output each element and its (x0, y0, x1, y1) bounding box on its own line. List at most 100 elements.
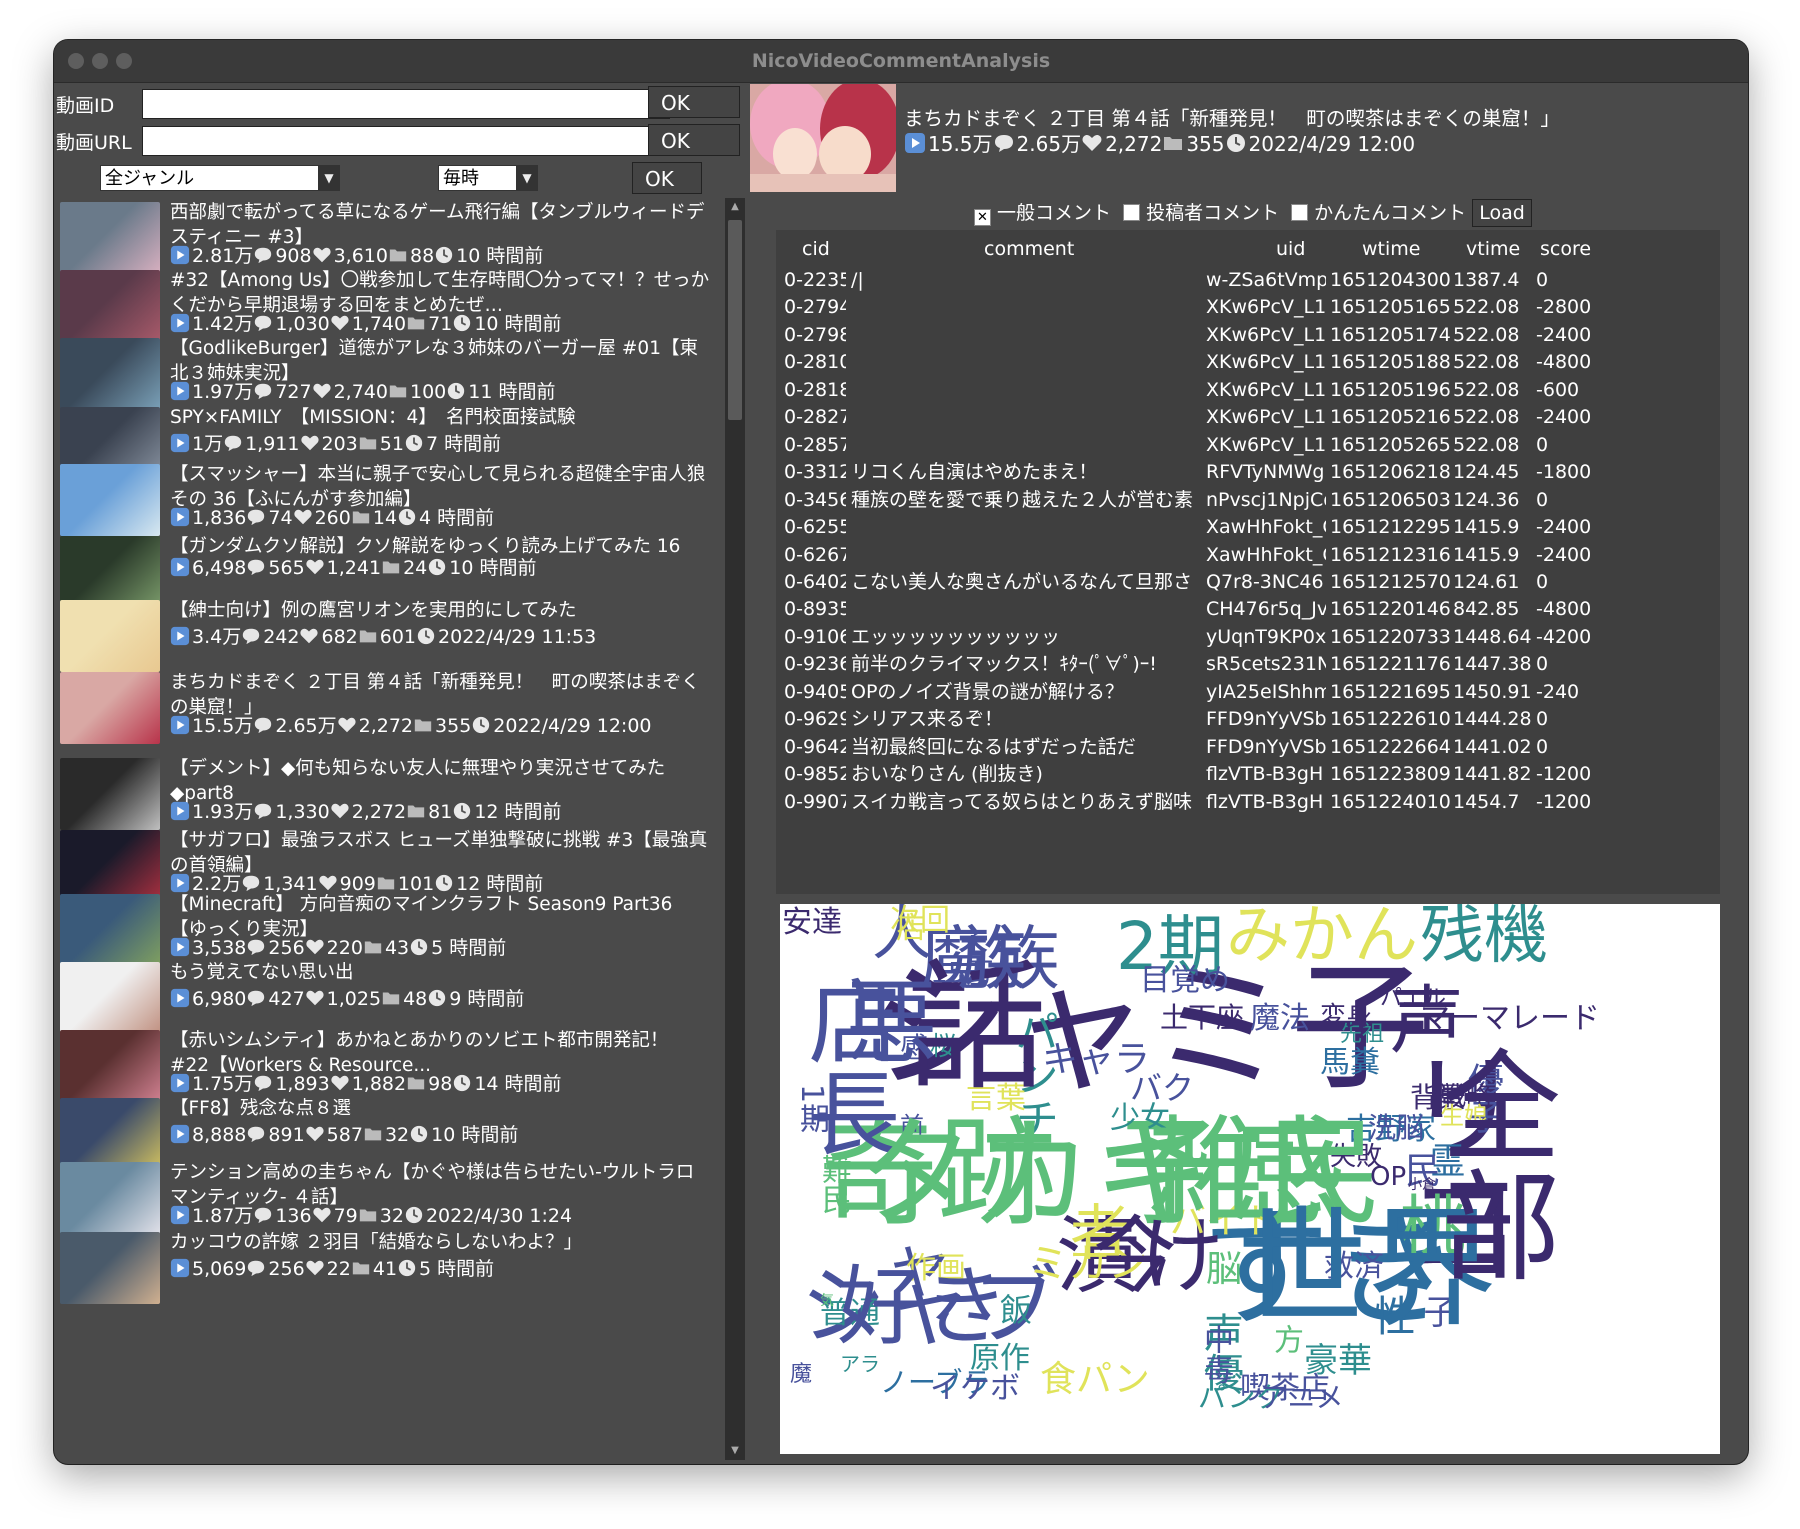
column-header-cid[interactable]: cid (802, 238, 830, 260)
table-row[interactable]: 0-9629シリアス来るぞ！ FFD9nYyVSb1651222610.51444… (776, 707, 1720, 733)
video-time: 2022/4/29 12:00 (493, 715, 652, 737)
load-button[interactable]: Load (1472, 199, 1532, 227)
play-icon (170, 1073, 190, 1093)
ranking-ok-button[interactable]: OK (632, 162, 702, 194)
folder-icon (363, 1124, 383, 1144)
table-row[interactable]: 0-9106エッッッッッッッッッッ yUqnT9KP0x1651220733.11… (776, 625, 1720, 651)
cell-score: -600 (1536, 378, 1580, 401)
play-icon (170, 381, 190, 401)
table-row[interactable]: 0-6255 XawHhFokt_C1651212295.81415.9 -2400 (776, 515, 1720, 541)
video-id-input[interactable] (142, 89, 670, 119)
folder-icon (363, 937, 383, 957)
video-likes: 22 (326, 1258, 351, 1280)
table-row[interactable]: 0-3456種族の壁を愛で乗り越えた２人が営む素敵な喫nPvscj1NpjCd1… (776, 488, 1720, 514)
column-header-uid[interactable]: uid (1276, 238, 1305, 260)
scroll-down-icon[interactable]: ▼ (725, 1442, 745, 1460)
general-comment-checkbox[interactable]: ✕ (974, 209, 991, 226)
table-row[interactable]: 0-2857 XKw6PcV_L11651205265.8522.08 0 (776, 433, 1720, 459)
word-cloud-word: 今 (1093, 1207, 1178, 1305)
video-url-ok-button[interactable]: OK (648, 124, 740, 156)
genre-select[interactable]: 全ジャンル ▼ (100, 165, 340, 191)
cell-vtime: 1448.64 (1453, 625, 1532, 648)
cell-wtime: 1651205174.2 (1330, 323, 1450, 346)
clock-icon (452, 313, 472, 333)
table-row[interactable]: 0-9405 OPのノイズ背景の謎が解ける？ yIA25eIShhm 16512216… (776, 680, 1720, 706)
table-row[interactable]: 0-2818 XKw6PcV_L11651205196.7522.08 -600 (776, 378, 1720, 404)
cell-cid: 0-9106 (784, 625, 846, 648)
table-row[interactable]: 0-2827 XKw6PcV_L11651205216.5522.08 -2400 (776, 405, 1720, 431)
cell-cid: 0-8935 (784, 598, 846, 621)
cell-uid: flzVTB-B3gH (1206, 790, 1324, 813)
video-title: まちカドまぞく ２丁目 第４話「新種発見！ 町の喫茶はまぞくの巣窟！」 (170, 672, 700, 718)
video-thumbnail (60, 338, 160, 410)
table-row[interactable]: 0-3312リコくん自演はやめたまえ！ RFVTyNMWg1651206218.6… (776, 460, 1720, 486)
table-row[interactable]: 0-6402こない美人な奥さんがいるなんて旦那さんは幸 Q7r8-3NC46 165… (776, 570, 1720, 596)
cell-cid: 0-2794 (784, 296, 846, 319)
video-comments: 1,893 (275, 1073, 330, 1095)
column-header-comment[interactable]: comment (984, 238, 1074, 260)
video-comments: 908 (275, 245, 312, 267)
word-cloud-word: みかん (1226, 904, 1418, 973)
table-row[interactable]: 0-9236 前半のクライマックス！ｷﾀｰ(ﾟ∀ﾟ)ｰ! sR5cets231N 16… (776, 652, 1720, 678)
period-select[interactable]: 毎時 ▼ (438, 165, 538, 191)
video-mylists: 355 (435, 715, 472, 737)
cell-comment: スイカ戦言ってる奴らはとりあえず脳味噌シャ (851, 790, 1193, 813)
video-stats: 15.5万 2.65万 2,272 355 2022/4/29 12:00 (170, 714, 652, 739)
video-thumbnail (60, 1030, 160, 1102)
word-cloud-word: 土下座 (1160, 1001, 1245, 1034)
play-icon (170, 937, 190, 957)
column-header-wtime[interactable]: wtime (1362, 238, 1420, 260)
play-icon (170, 873, 190, 893)
video-likes: 3,610 (333, 245, 388, 267)
cell-uid: XawHhFokt_C (1206, 516, 1326, 539)
cell-vtime: 1415.9 (1453, 516, 1520, 539)
word-cloud-word: 中毒 (1198, 1324, 1233, 1384)
cell-wtime: 1651204300.9 (1330, 269, 1450, 291)
table-row[interactable]: 0-9642 当初最終回になるはずだった話だ FFD9nYyVSb 165122266… (776, 735, 1720, 761)
video-comments: 891 (268, 1124, 305, 1146)
cell-vtime: 1415.9 (1453, 543, 1520, 566)
cell-wtime: 1651220733.1 (1330, 625, 1450, 648)
cell-uid: XKw6PcV_L1 (1206, 296, 1326, 319)
table-row[interactable]: 0-2810 XKw6PcV_L11651205188.5522.08 -4800 (776, 350, 1720, 376)
table-row[interactable]: 0-9907スイカ戦言ってる奴らはとりあえず脳味噌シャ flzVTB-B3gH 16… (776, 790, 1720, 816)
scrollbar-thumb[interactable] (728, 220, 742, 420)
video-likes: 682 (321, 626, 358, 648)
video-list-scrollbar[interactable]: ▲ ▼ (725, 198, 745, 1460)
comment-table[interactable]: cid comment uid wtime vtime score 0-2235/| w-ZS… (776, 230, 1720, 894)
cell-cid: 0-9642 (784, 735, 846, 758)
cell-score: 0 (1536, 708, 1549, 731)
scroll-up-icon[interactable]: ▲ (725, 198, 745, 216)
folder-icon (376, 873, 396, 893)
selected-likes: 2,272 (1105, 132, 1163, 156)
play-icon (170, 507, 190, 527)
cell-uid: FFD9nYyVSb (1206, 708, 1326, 731)
table-row[interactable]: 0-9852おいなりさん (削抜き) flzVTB-B3gH 1651223809.… (776, 762, 1720, 788)
heart-icon (305, 937, 325, 957)
clock-icon (409, 937, 429, 957)
video-list[interactable]: 西部劇で転がってる草になるゲーム飛行編【タンブルウィードデスティニー #3】 2.… (58, 198, 725, 1460)
video-thumbnail (60, 962, 160, 1034)
video-id-ok-button[interactable]: OK (648, 86, 740, 118)
column-header-score[interactable]: score (1540, 238, 1591, 260)
cell-uid: XKw6PcV_L1 (1206, 433, 1326, 456)
heart-icon (312, 1205, 332, 1225)
table-row[interactable]: 0-2794 XKw6PcV_L11651205165.1522.08 -2800 (776, 295, 1720, 321)
word-cloud-word: 族 (957, 918, 1027, 1000)
video-stats: 5,069 256 22 41 5 時間前 (170, 1257, 494, 1282)
easy-comment-checkbox[interactable] (1291, 204, 1309, 221)
cell-score: 0 (1536, 433, 1549, 456)
table-row[interactable]: 0-6267 XawHhFokt_C1651212316.61415.9 -2400 (776, 543, 1720, 569)
table-row[interactable]: 0-2235/| w-ZSa6tVmp1651204300.91387.4 0 (776, 268, 1720, 294)
table-row[interactable]: 0-8935 CH476r5q_Jv1651220146.6842.85 -4800 (776, 597, 1720, 623)
video-thumbnail (60, 270, 160, 342)
owner-comment-checkbox[interactable] (1123, 204, 1141, 221)
video-time: 12 時間前 (474, 801, 562, 823)
video-url-input[interactable] (142, 126, 670, 156)
word-cloud-word: 魔 (790, 1362, 813, 1387)
video-likes: 260 (314, 507, 351, 529)
folder-icon (388, 245, 408, 265)
cell-cid: 0-2798 (784, 323, 846, 346)
column-header-vtime[interactable]: vtime (1466, 238, 1520, 260)
table-row[interactable]: 0-2798 XKw6PcV_L11651205174.2522.08 -2400 (776, 323, 1720, 349)
